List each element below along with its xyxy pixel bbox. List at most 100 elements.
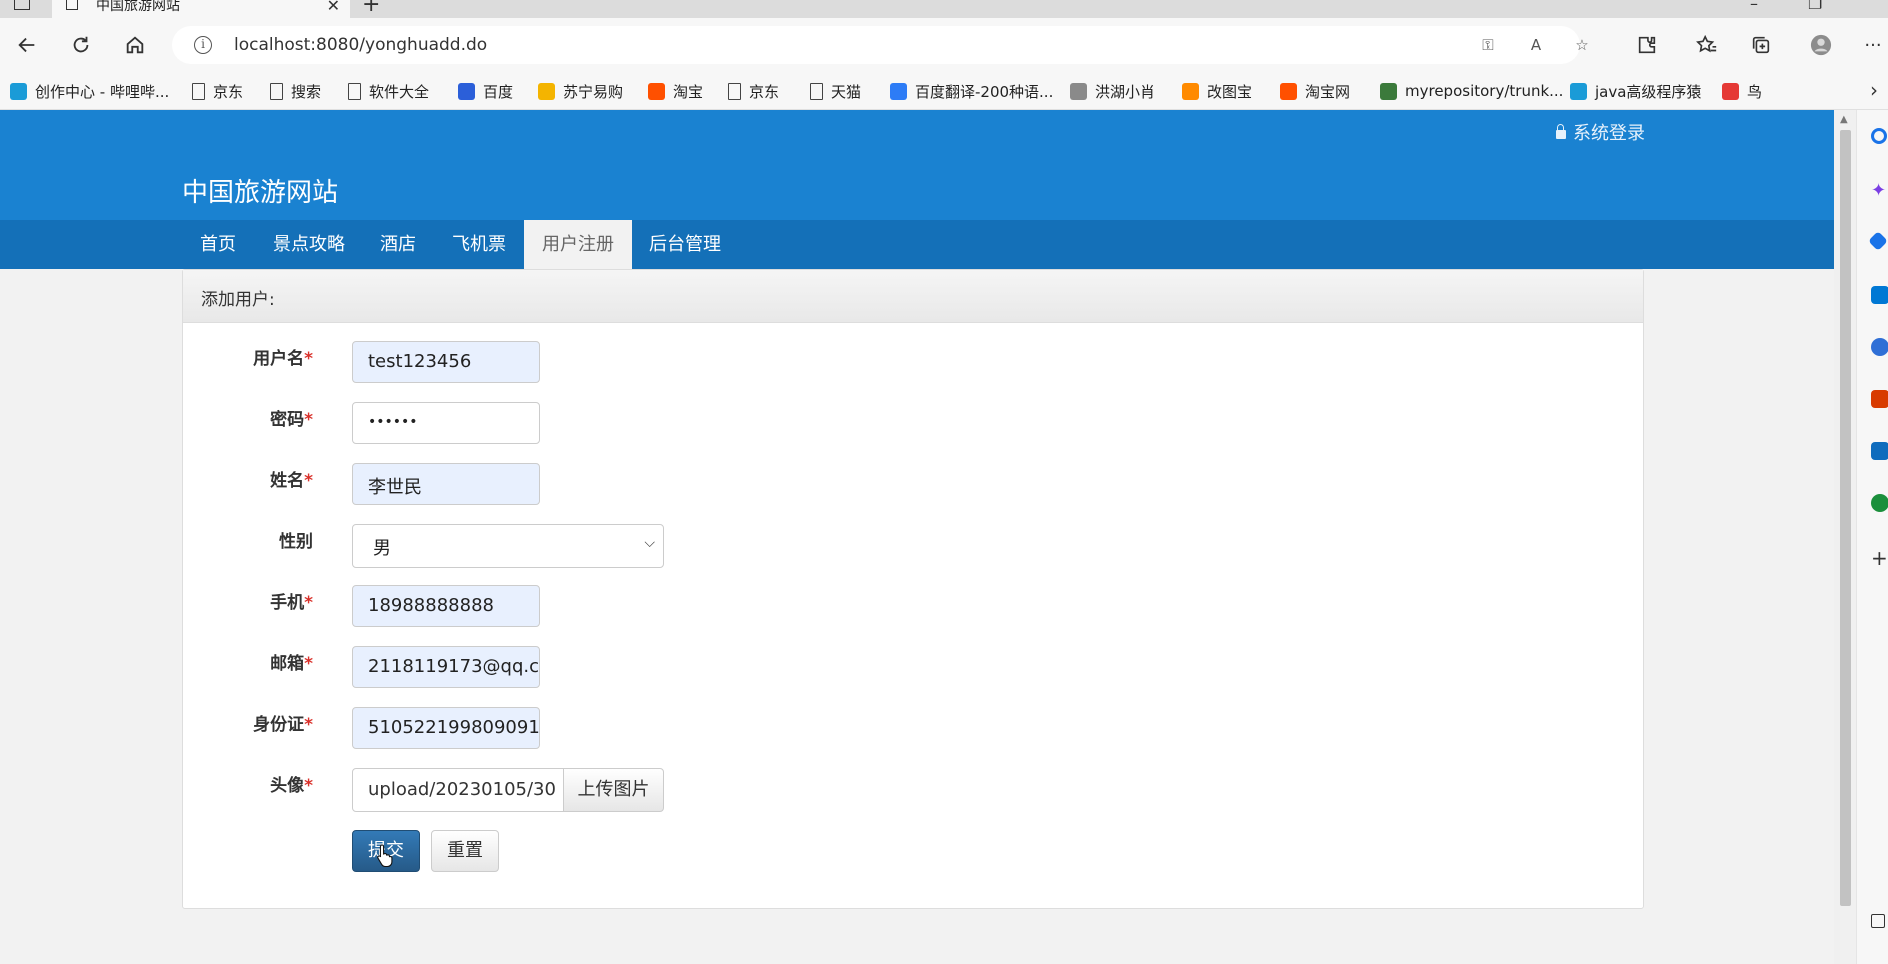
phone-label: 手机* — [270, 593, 313, 613]
nav-item-home[interactable]: 首页 — [182, 220, 254, 269]
bookmark-item[interactable]: 淘宝网 — [1280, 81, 1350, 101]
bookmark-item[interactable]: 创作中心 - 哔哩哔... — [10, 81, 169, 101]
search-icon[interactable] — [1871, 128, 1887, 144]
upload-image-button[interactable]: 上传图片 — [563, 768, 664, 812]
bookmark-label: 创作中心 - 哔哩哔... — [35, 82, 170, 101]
outlook-icon[interactable] — [1871, 442, 1888, 460]
minimize-icon[interactable]: – — [1750, 0, 1758, 13]
email-input[interactable]: 2118119173@qq.c — [352, 646, 540, 688]
gender-select[interactable]: 男 ⌵ — [352, 524, 664, 568]
office-icon[interactable] — [1871, 390, 1888, 408]
bookmark-label: 天猫 — [831, 82, 862, 101]
bookmarks-bar: 创作中心 - 哔哩哔... 京东 搜索 软件大全 百度 苏宁易购 淘宝 京东 天猫 百度翻译-20… — [0, 72, 1888, 110]
bookmark-item[interactable]: 淘宝 — [648, 81, 703, 101]
bookmark-item[interactable]: 京东 — [728, 81, 779, 101]
nav-item-attractions[interactable]: 景点攻略 — [255, 220, 363, 269]
avatar-label: 头像* — [270, 776, 313, 796]
tab-close-icon[interactable]: ✕ — [327, 0, 340, 15]
bookmark-item[interactable]: 改图宝 — [1182, 81, 1252, 101]
site-favicon-icon — [1280, 82, 1297, 100]
site-favicon-icon — [10, 82, 27, 100]
bookmark-label: 搜索 — [291, 82, 322, 101]
email-label: 邮箱* — [270, 654, 313, 674]
collections-icon[interactable] — [1746, 30, 1776, 60]
bookmark-item[interactable]: java高级程序猿 — [1570, 81, 1701, 101]
bookmarks-overflow-icon[interactable]: › — [1870, 78, 1878, 102]
password-input[interactable]: •••••• — [352, 402, 540, 444]
bookmark-item[interactable]: myrepository/trunk... — [1380, 81, 1563, 101]
add-user-panel: 添加用户: 用户名* test123456 密码* •••••• 姓名* 李世民… — [182, 269, 1644, 909]
page-icon — [348, 82, 361, 100]
bookmark-item[interactable]: 天猫 — [810, 81, 861, 101]
bookmark-label: 京东 — [749, 82, 780, 101]
edge-sidebar: ✦ + — [1856, 110, 1888, 964]
phone-input[interactable]: 18988888888 — [352, 585, 540, 627]
back-icon[interactable] — [12, 30, 42, 60]
bookmark-item[interactable]: 鸟 — [1722, 81, 1762, 101]
people-icon[interactable] — [1871, 338, 1888, 356]
system-login-link[interactable]: 系统登录 — [1556, 119, 1645, 145]
nav-item-admin[interactable]: 后台管理 — [631, 220, 739, 269]
required-mark: * — [304, 654, 313, 674]
new-tab-icon[interactable]: + — [362, 0, 380, 17]
key-icon[interactable]: ⚿ — [1478, 35, 1498, 55]
site-favicon-icon — [1570, 82, 1587, 100]
url-text[interactable]: localhost:8080/yonghuadd.do — [234, 35, 487, 55]
password-label: 密码* — [270, 410, 313, 430]
bookmark-label: 淘宝网 — [1305, 82, 1351, 101]
shopping-tag-icon[interactable] — [1868, 231, 1888, 251]
bookmark-item[interactable]: 洪湖小肖 — [1070, 81, 1155, 101]
home-icon[interactable] — [120, 30, 150, 60]
tree-icon[interactable] — [1871, 494, 1888, 512]
refresh-icon[interactable] — [66, 30, 96, 60]
username-input[interactable]: test123456 — [352, 341, 540, 383]
idcard-input[interactable]: 510522199809091 — [352, 707, 540, 749]
browser-tab[interactable]: 中国旅游网站 ✕ — [52, 0, 350, 18]
scrollbar-thumb[interactable] — [1840, 130, 1851, 906]
address-bar[interactable]: i localhost:8080/yonghuadd.do ⚿ A ☆ — [172, 26, 1589, 64]
add-favorite-icon[interactable]: ☆ — [1572, 35, 1592, 55]
page-scrollbar[interactable]: ▲ — [1834, 110, 1856, 964]
avatar-path-input[interactable]: upload/20230105/30 — [352, 768, 564, 812]
avatar-upload-group: upload/20230105/30 上传图片 — [352, 768, 664, 812]
browser-toolbar: i localhost:8080/yonghuadd.do ⚿ A ☆ ··· — [0, 18, 1888, 72]
reset-button[interactable]: 重置 — [431, 830, 499, 872]
bookmark-item[interactable]: 百度翻译-200种语... — [890, 81, 1053, 101]
page-icon — [810, 82, 823, 100]
bookmark-item[interactable]: 京东 — [192, 81, 243, 101]
scroll-up-icon[interactable]: ▲ — [1840, 114, 1848, 125]
browser-tabstrip: 中国旅游网站 ✕ + – ❐ — [0, 0, 1888, 18]
page-viewport: 系统登录 中国旅游网站 首页 景点攻略 酒店 飞机票 用户注册 后台管理 添加用… — [0, 110, 1834, 964]
bookmark-item[interactable]: 苏宁易购 — [538, 81, 623, 101]
copilot-icon[interactable]: ✦ — [1871, 180, 1888, 201]
system-login-label[interactable]: 系统登录 — [1573, 119, 1645, 145]
site-favicon-icon — [458, 82, 475, 100]
extensions-icon[interactable] — [1632, 30, 1662, 60]
tab-actions-icon[interactable] — [14, 0, 30, 10]
required-mark: * — [304, 776, 313, 796]
site-favicon-icon — [538, 82, 555, 100]
name-input[interactable]: 李世民 — [352, 463, 540, 505]
page-icon — [192, 82, 205, 100]
chevron-down-icon: ⌵ — [644, 535, 655, 551]
bookmark-item[interactable]: 搜索 — [270, 81, 321, 101]
restore-icon[interactable]: ❐ — [1808, 0, 1822, 13]
profile-avatar-icon[interactable] — [1806, 30, 1836, 60]
favorites-icon[interactable] — [1692, 30, 1722, 60]
bookmark-label: 苏宁易购 — [563, 82, 624, 101]
bookmark-label: java高级程序猿 — [1595, 82, 1702, 101]
sidebar-settings-icon[interactable] — [1871, 914, 1885, 928]
nav-item-hotels[interactable]: 酒店 — [362, 220, 434, 269]
bookmark-label: 京东 — [213, 82, 244, 101]
site-info-icon[interactable]: i — [194, 36, 212, 54]
add-sidebar-icon[interactable]: + — [1871, 546, 1888, 570]
nav-item-register[interactable]: 用户注册 — [524, 220, 632, 269]
bookmark-item[interactable]: 百度 — [458, 81, 513, 101]
read-aloud-icon[interactable]: A — [1526, 35, 1546, 55]
bookmark-label: 鸟 — [1747, 82, 1763, 101]
site-favicon-icon — [648, 82, 665, 100]
bookmark-item[interactable]: 软件大全 — [348, 81, 429, 101]
more-menu-icon[interactable]: ··· — [1858, 30, 1888, 60]
tools-icon[interactable] — [1871, 286, 1888, 304]
nav-item-flights[interactable]: 飞机票 — [434, 220, 524, 269]
